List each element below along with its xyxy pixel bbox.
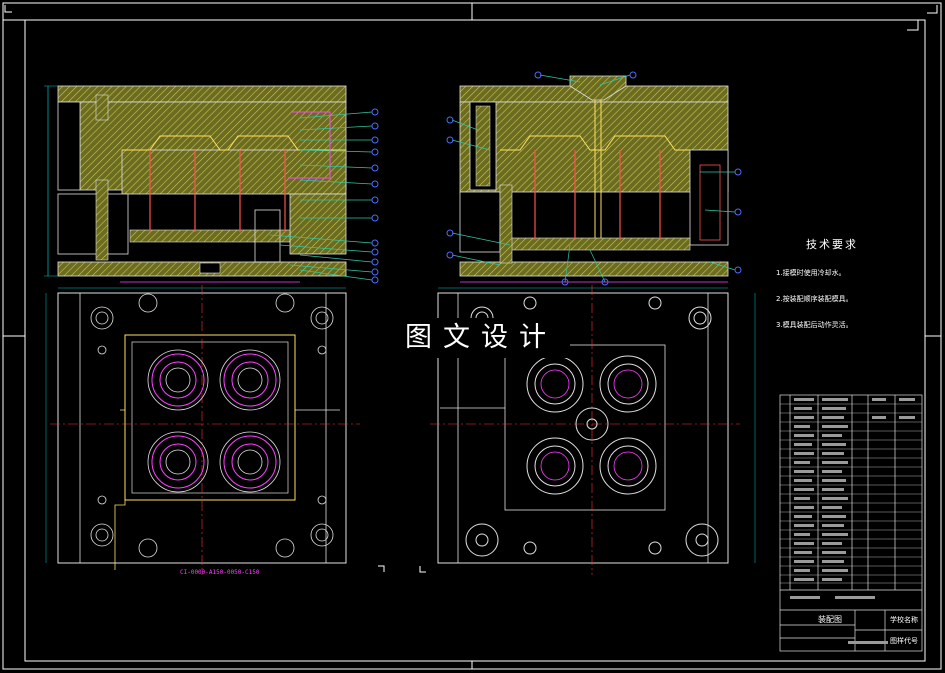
plan-view-left: CI-0000-A150-0050-C150 <box>45 285 360 576</box>
drawing-name: 装配图 <box>818 615 842 624</box>
requirement-line-2: 2.按装配顺序装配模具。 <box>776 295 853 303</box>
drawing-code-label: 图样代号 <box>890 637 918 645</box>
school-label: 学校名称 <box>890 616 918 624</box>
dimension-note: CI-0000-A150-0050-C150 <box>180 569 260 576</box>
requirement-line-3: 3.模具装配后动作灵活。 <box>776 321 853 329</box>
technical-requirements-title: 技术要求 <box>806 238 858 251</box>
watermark: 图文设计 <box>392 318 570 358</box>
bom-rows <box>780 403 922 584</box>
section-view-left <box>44 85 379 284</box>
section-view-right <box>446 71 742 286</box>
bom-table <box>779 394 923 652</box>
requirement-line-1: 1.接模时使用冷却水。 <box>776 269 846 277</box>
